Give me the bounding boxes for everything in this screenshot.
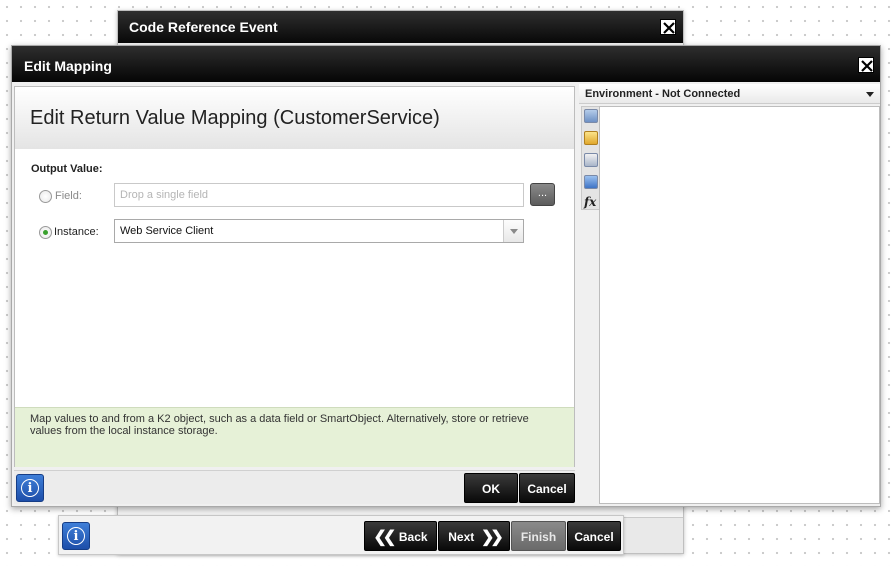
background-dialog-titlebar: Code Reference Event <box>118 11 683 43</box>
field-label: Field: <box>55 190 82 202</box>
close-icon[interactable] <box>660 19 676 35</box>
info-icon: i <box>21 479 39 497</box>
next-button-label: Next <box>448 530 475 544</box>
back-button-label: Back <box>398 530 428 544</box>
double-chevron-right-icon: ❯❯ <box>480 529 504 546</box>
chevron-down-icon[interactable] <box>503 220 523 242</box>
cancel-button[interactable]: Cancel <box>519 473 575 503</box>
dialog-titlebar: Edit Mapping <box>12 46 880 82</box>
output-value-label: Output Value: <box>31 163 103 175</box>
environment-dropdown[interactable]: Environment - Not Connected <box>579 84 880 104</box>
field-placeholder: Drop a single field <box>120 189 209 201</box>
toolbox-strip: fx <box>581 106 601 210</box>
instance-select[interactable]: Web Service Client <box>114 219 524 243</box>
info-icon: i <box>67 527 85 545</box>
folder-icon[interactable] <box>584 131 598 145</box>
dialog-title: Edit Mapping <box>24 58 112 74</box>
close-icon[interactable] <box>858 57 874 73</box>
form-title: Edit Return Value Mapping (CustomerServi… <box>30 107 440 129</box>
field-browse-button[interactable]: ... <box>530 183 555 206</box>
wizard-footer: i ❮❮ Back Next ❯❯ Finish Cancel <box>58 515 624 555</box>
info-button[interactable]: i <box>16 474 44 502</box>
image-icon[interactable] <box>584 109 598 123</box>
form-header: Edit Return Value Mapping (CustomerServi… <box>15 87 574 149</box>
objects-icon[interactable] <box>584 153 598 167</box>
help-text: Map values to and from a K2 object, such… <box>30 413 529 437</box>
help-bar: Map values to and from a K2 object, such… <box>15 407 574 467</box>
wizard-info-button[interactable]: i <box>62 522 90 550</box>
double-chevron-left-icon: ❮❮ <box>373 529 396 546</box>
wizard-cancel-button[interactable]: Cancel <box>567 521 621 551</box>
caret-down-icon <box>866 92 874 97</box>
instance-radio[interactable] <box>39 226 52 239</box>
list-icon[interactable] <box>584 175 598 189</box>
next-button[interactable]: Next ❯❯ <box>438 521 510 551</box>
ok-button[interactable]: OK <box>464 473 518 503</box>
instance-label: Instance: <box>54 226 99 238</box>
context-browser-pane: Environment - Not Connected fx <box>579 84 880 506</box>
field-drop-input[interactable]: Drop a single field <box>114 183 524 207</box>
background-dialog-title: Code Reference Event <box>129 19 278 35</box>
field-radio[interactable] <box>39 190 52 203</box>
function-icon[interactable]: fx <box>584 195 598 209</box>
instance-selected-value: Web Service Client <box>120 225 214 237</box>
edit-mapping-dialog: Edit Mapping Edit Return Value Mapping (… <box>11 45 881 507</box>
finish-button[interactable]: Finish <box>511 521 566 551</box>
mapping-form-pane: Edit Return Value Mapping (CustomerServi… <box>14 86 575 467</box>
back-button[interactable]: ❮❮ Back <box>364 521 437 551</box>
object-tree-area[interactable] <box>599 106 880 504</box>
dialog-footer: i OK Cancel <box>14 470 575 504</box>
environment-label: Environment - Not Connected <box>585 88 741 100</box>
